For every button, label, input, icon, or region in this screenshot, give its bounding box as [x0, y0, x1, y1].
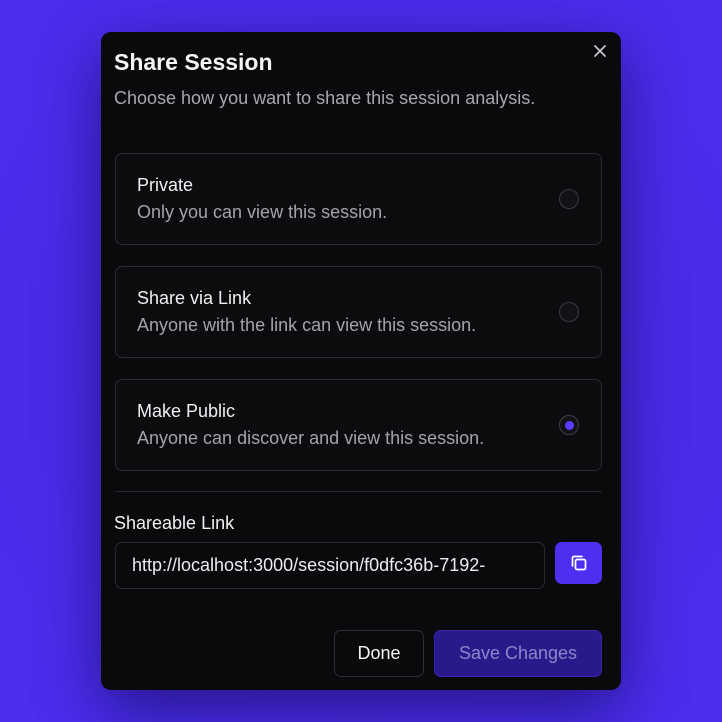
radio-share-via-link[interactable]	[559, 302, 579, 322]
option-description: Anyone with the link can view this sessi…	[137, 315, 477, 335]
dialog-subtitle: Choose how you want to share this sessio…	[114, 88, 536, 108]
share-session-dialog: Share Session Choose how you want to sha…	[101, 32, 621, 690]
close-icon	[594, 45, 606, 57]
shareable-link-label: Shareable Link	[114, 513, 235, 533]
divider	[115, 491, 602, 492]
option-make-public[interactable]: Make Public Anyone can discover and view…	[115, 379, 602, 471]
option-description: Anyone can discover and view this sessio…	[137, 428, 485, 448]
save-changes-button[interactable]: Save Changes	[434, 630, 602, 677]
option-title: Private	[137, 175, 194, 195]
option-title: Share via Link	[137, 288, 252, 308]
radio-private[interactable]	[559, 189, 579, 209]
option-private[interactable]: Private Only you can view this session.	[115, 153, 602, 245]
dialog-title: Share Session	[114, 49, 273, 75]
done-button[interactable]: Done	[334, 630, 424, 677]
option-title: Make Public	[137, 401, 236, 421]
option-share-via-link[interactable]: Share via Link Anyone with the link can …	[115, 266, 602, 358]
radio-make-public[interactable]	[559, 415, 579, 435]
copy-icon	[571, 555, 586, 571]
copy-link-button[interactable]	[555, 542, 602, 584]
option-description: Only you can view this session.	[137, 202, 388, 222]
shareable-link-input[interactable]	[115, 542, 545, 589]
close-button[interactable]	[589, 40, 611, 62]
